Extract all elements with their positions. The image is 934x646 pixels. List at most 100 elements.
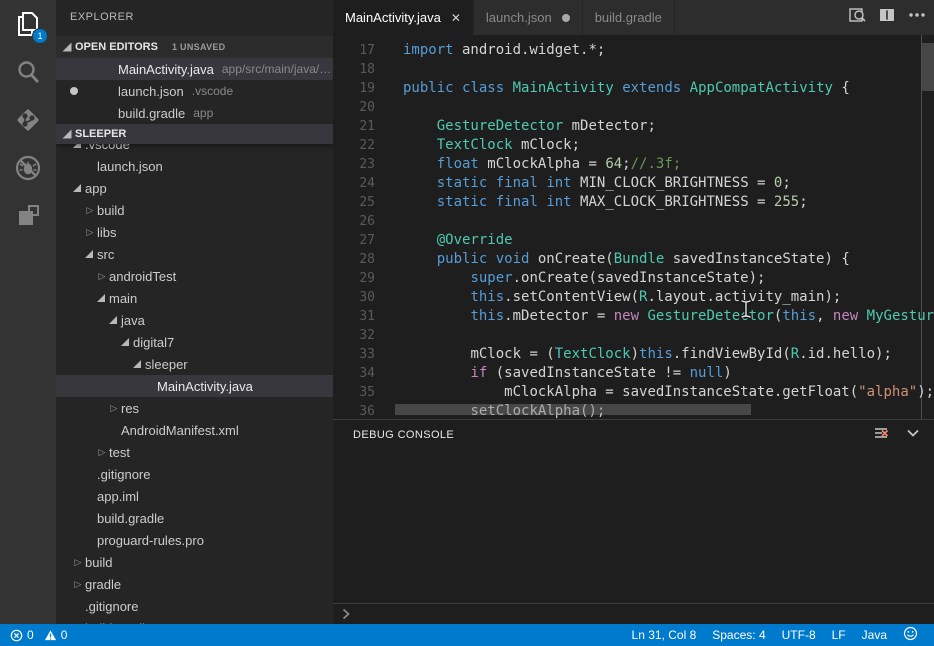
open-editor-item[interactable]: build.gradleapp bbox=[56, 102, 333, 124]
tab-label: build.gradle bbox=[595, 10, 662, 25]
code-line-22: 22 TextClock mClock; bbox=[333, 136, 934, 155]
more-actions-button[interactable] bbox=[906, 7, 928, 29]
tree-item-label: java bbox=[121, 313, 145, 328]
status-item[interactable]: Ln 31, Col 8 bbox=[624, 624, 705, 646]
tree-item-label: test bbox=[109, 445, 130, 460]
split-editor-button[interactable] bbox=[876, 7, 898, 29]
status-item[interactable]: Spaces: 4 bbox=[704, 624, 773, 646]
open-preview-button[interactable] bbox=[846, 7, 868, 29]
activity-bar-item-source-control[interactable] bbox=[0, 96, 56, 144]
tree-folder-sleeper[interactable]: sleeper bbox=[56, 353, 333, 375]
tree-file-build.gradle[interactable]: build.gradle bbox=[56, 507, 333, 529]
vertical-scrollbar-thumb[interactable] bbox=[922, 43, 934, 91]
search-icon bbox=[14, 58, 42, 86]
line-number: 29 bbox=[333, 269, 399, 288]
unsaved-count-badge: 1 UNSAVED bbox=[172, 42, 226, 52]
line-number: 32 bbox=[333, 326, 399, 345]
chevron-expanded-icon bbox=[133, 359, 143, 369]
tree-file-.gitignore[interactable]: .gitignore bbox=[56, 463, 333, 485]
tree-folder-gradle[interactable]: ▷gradle bbox=[56, 573, 333, 595]
status-item[interactable]: UTF-8 bbox=[774, 624, 824, 646]
workspace-root-label: SLEEPER bbox=[75, 128, 126, 140]
tree-folder-libs[interactable]: ▷libs bbox=[56, 221, 333, 243]
code-line-18: 18 bbox=[333, 60, 934, 79]
activity-bar-item-extensions[interactable] bbox=[0, 192, 56, 240]
tree-file-launch.json[interactable]: launch.json bbox=[56, 155, 333, 177]
vertical-scrollbar[interactable] bbox=[921, 35, 934, 419]
tree-item-label: src bbox=[97, 247, 114, 262]
tree-folder-build[interactable]: ▷build bbox=[56, 551, 333, 573]
code-text: TextClock mClock; bbox=[399, 136, 580, 155]
activity-bar-item-search[interactable] bbox=[0, 48, 56, 96]
tree-item-label: build bbox=[97, 203, 124, 218]
open-editors-header[interactable]: OPEN EDITORS 1 UNSAVED bbox=[56, 36, 333, 58]
problems-status[interactable]: 0 0 bbox=[0, 628, 67, 642]
debug-icon bbox=[13, 153, 43, 183]
chevron-expanded-icon bbox=[97, 293, 107, 303]
status-bar: 0 0 Ln 31, Col 8Spaces: 4UTF-8LFJava bbox=[0, 624, 934, 646]
code-line-25: 25 static final int MAX_CLOCK_BRIGHTNESS… bbox=[333, 193, 934, 212]
open-preview-icon bbox=[847, 5, 867, 30]
horizontal-scrollbar[interactable] bbox=[395, 404, 920, 415]
tab-launch.json[interactable]: launch.json bbox=[474, 0, 583, 35]
code-line-20: 20 bbox=[333, 98, 934, 117]
tab-build.gradle[interactable]: build.gradle bbox=[583, 0, 675, 35]
sidebar-title: EXPLORER bbox=[56, 0, 333, 23]
tree-file-.gitignore[interactable]: .gitignore bbox=[56, 595, 333, 617]
warning-triangle-icon bbox=[44, 629, 57, 642]
chevron-expanded-icon bbox=[85, 249, 95, 259]
tree-item-label: launch.json bbox=[97, 159, 163, 174]
activity-bar-item-debug[interactable] bbox=[0, 144, 56, 192]
file-description: .vscode bbox=[192, 84, 233, 98]
tree-folder-res[interactable]: ▷res bbox=[56, 397, 333, 419]
clear-console-button[interactable] bbox=[870, 424, 892, 446]
chevron-right-icon bbox=[341, 608, 351, 620]
file-description: app bbox=[193, 106, 213, 120]
tree-folder-androidTest[interactable]: ▷androidTest bbox=[56, 265, 333, 287]
tree-file-app.iml[interactable]: app.iml bbox=[56, 485, 333, 507]
tab-MainActivity.java[interactable]: MainActivity.java✕ bbox=[333, 0, 474, 35]
split-editor-icon bbox=[877, 5, 897, 30]
tree-folder-main[interactable]: main bbox=[56, 287, 333, 309]
code-text: static final int MAX_CLOCK_BRIGHTNESS = … bbox=[399, 193, 808, 212]
tree-file-build.gradle[interactable]: build.gradle bbox=[56, 617, 333, 624]
tree-file-AndroidManifest.xml[interactable]: AndroidManifest.xml bbox=[56, 419, 333, 441]
line-number: 35 bbox=[333, 383, 399, 402]
workspace-root-header[interactable]: SLEEPER bbox=[56, 124, 333, 144]
line-number: 21 bbox=[333, 117, 399, 136]
tree-file-proguard-rules.pro[interactable]: proguard-rules.pro bbox=[56, 529, 333, 551]
tree-folder-java[interactable]: java bbox=[56, 309, 333, 331]
editor-group: MainActivity.java✕launch.json build.gradl… bbox=[333, 0, 934, 624]
tree-item-label: main bbox=[109, 291, 137, 306]
code-editor[interactable]: 16import android.view.GestureDetector;17… bbox=[333, 35, 934, 419]
open-editors-label: OPEN EDITORS bbox=[75, 41, 158, 53]
tree-folder-src[interactable]: src bbox=[56, 243, 333, 265]
activity-bar-item-explorer[interactable]: 1 bbox=[0, 0, 56, 48]
tree-folder-test[interactable]: ▷test bbox=[56, 441, 333, 463]
tree-item-label: digital7 bbox=[133, 335, 174, 350]
tree-folder-build[interactable]: ▷build bbox=[56, 199, 333, 221]
tree-folder-.vscode[interactable]: .vscode bbox=[56, 144, 333, 155]
code-line-26: 26 bbox=[333, 212, 934, 231]
feedback-smiley-button[interactable] bbox=[895, 624, 926, 646]
status-item[interactable]: Java bbox=[854, 624, 895, 646]
status-item[interactable]: LF bbox=[824, 624, 854, 646]
file-description: app/src/main/java/digit... bbox=[222, 62, 333, 76]
code-text: @Override bbox=[399, 231, 513, 250]
debug-console-input[interactable] bbox=[333, 603, 934, 624]
chevron-collapsed-icon: ▷ bbox=[73, 558, 83, 567]
tree-folder-digital7[interactable]: digital7 bbox=[56, 331, 333, 353]
chevron-collapsed-icon: ▷ bbox=[85, 206, 95, 215]
code-line-17: 17import android.widget.*; bbox=[333, 41, 934, 60]
error-count: 0 bbox=[27, 628, 34, 642]
chevron-down-button[interactable] bbox=[902, 424, 924, 446]
close-icon[interactable]: ✕ bbox=[451, 11, 461, 25]
panel-header: DEBUG CONSOLE bbox=[333, 420, 934, 450]
horizontal-scrollbar-thumb[interactable] bbox=[395, 404, 751, 415]
open-editor-item[interactable]: MainActivity.javaapp/src/main/java/digit… bbox=[56, 58, 333, 80]
code-line-28: 28 public void onCreate(Bundle savedInst… bbox=[333, 250, 934, 269]
tree-folder-app[interactable]: app bbox=[56, 177, 333, 199]
open-editor-item[interactable]: launch.json.vscode bbox=[56, 80, 333, 102]
code-text: this.mDetector = new GestureDetector(thi… bbox=[399, 307, 934, 326]
tree-file-MainActivity.java[interactable]: MainActivity.java bbox=[56, 375, 333, 397]
